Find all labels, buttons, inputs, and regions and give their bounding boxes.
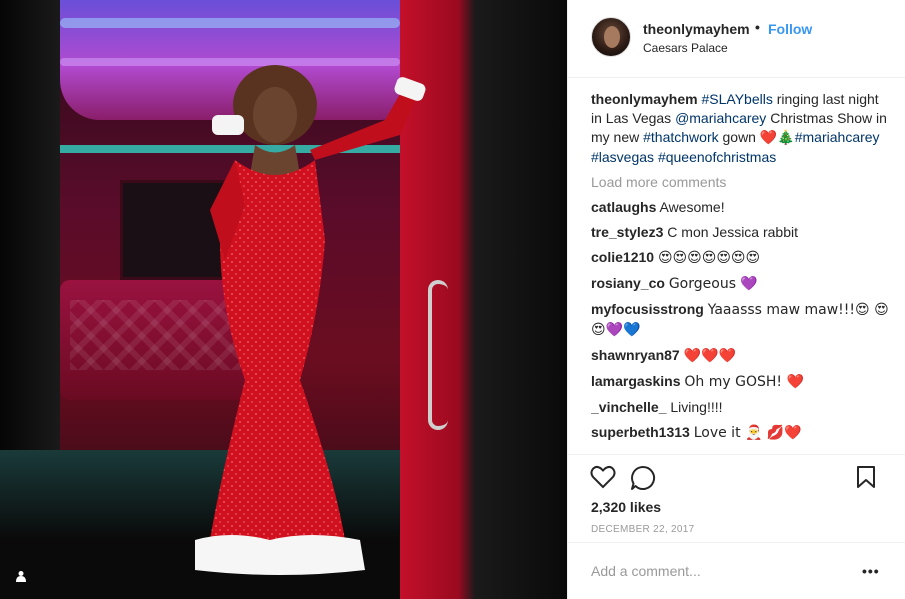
follow-button[interactable]: Follow (768, 21, 812, 37)
comment-text: 😍😍😍😍😍😍😍 (657, 250, 761, 266)
comment-username[interactable]: rosiany_co (591, 275, 665, 291)
comment-item: tre_stylez3 C mon Jessica rabbit (591, 223, 891, 242)
add-comment-bar: ••• (568, 542, 905, 599)
hashtag[interactable]: #mariahcarey (795, 129, 880, 145)
hashtag[interactable]: #SLAYbells (701, 91, 772, 107)
post-photo[interactable] (0, 0, 567, 599)
comment-text: Gorgeous 💜 (668, 276, 758, 292)
comment-item: colie1210 😍😍😍😍😍😍😍 (591, 248, 891, 268)
comment-text: Awesome! (659, 199, 725, 215)
bookmark-icon[interactable] (856, 465, 884, 493)
person-in-red-gown (195, 65, 426, 575)
comment-username[interactable]: tre_stylez3 (591, 224, 663, 240)
caption-emoji: ❤️🎄 (759, 130, 795, 146)
post-header: theonlymayhem • Follow Caesars Palace (568, 0, 905, 78)
post-actions: 2,320 likes DECEMBER 22, 2017 (568, 454, 905, 544)
comment-username[interactable]: catlaughs (591, 199, 656, 215)
comment-item: superbeth1313 Love it 🎅 💋❤️ (591, 423, 891, 443)
comment-input[interactable] (591, 560, 851, 582)
post-caption: theonlymayhem #SLAYbells ringing last ni… (591, 90, 891, 167)
comment-item: shawnryan87 ❤️❤️❤️ (591, 346, 891, 366)
hashtag[interactable]: #queenofchristmas (658, 149, 776, 165)
likes-count[interactable]: 2,320 likes (591, 499, 661, 515)
comment-item: myfocusisstrong Yaaasss maw maw!!!😍 😍😍💜💙 (591, 300, 891, 340)
comment-username[interactable]: superbeth1313 (591, 424, 690, 440)
caption-username[interactable]: theonlymayhem (591, 91, 698, 107)
comment-text: ❤️❤️❤️ (683, 348, 736, 364)
heart-outline-icon[interactable] (590, 465, 618, 493)
hashtag[interactable]: #thatchwork (643, 129, 718, 145)
post-side-panel: theonlymayhem • Follow Caesars Palace th… (567, 0, 905, 599)
comment-username[interactable]: shawnryan87 (591, 347, 680, 363)
post-date[interactable]: DECEMBER 22, 2017 (591, 524, 694, 535)
comments-list[interactable]: theonlymayhem #SLAYbells ringing last ni… (591, 90, 891, 454)
separator-dot: • (755, 19, 760, 35)
comment-text: Love it 🎅 💋❤️ (693, 425, 802, 441)
comment-username[interactable]: myfocusisstrong (591, 301, 704, 317)
person-icon[interactable] (10, 565, 32, 587)
comment-text: Living!!!! (670, 399, 723, 415)
ceiling-light-stripe (60, 18, 400, 28)
author-username[interactable]: theonlymayhem (643, 21, 750, 37)
comment-username[interactable]: lamargaskins (591, 373, 681, 389)
location-link[interactable]: Caesars Palace (643, 41, 728, 55)
more-options-button[interactable]: ••• (862, 563, 882, 579)
speech-bubble-icon[interactable] (630, 465, 658, 493)
comment-text: C mon Jessica rabbit (667, 224, 798, 240)
avatar[interactable] (591, 17, 631, 57)
comment-username[interactable]: colie1210 (591, 249, 654, 265)
comment-item: lamargaskins Oh my GOSH! ❤️ (591, 372, 891, 392)
load-more-comments-button[interactable]: Load more comments (591, 173, 891, 192)
caption-text: gown (718, 129, 760, 145)
comment-item: rosiany_co Gorgeous 💜 (591, 274, 891, 294)
comment-item: catlaughs Awesome! (591, 198, 891, 217)
comment-text: Oh my GOSH! ❤️ (684, 374, 804, 390)
hashtag[interactable]: #lasvegas (591, 149, 654, 165)
comment-item: _vinchelle_ Living!!!! (591, 398, 891, 417)
mention[interactable]: @mariahcarey (675, 110, 766, 126)
comment-username[interactable]: _vinchelle_ (591, 399, 667, 415)
